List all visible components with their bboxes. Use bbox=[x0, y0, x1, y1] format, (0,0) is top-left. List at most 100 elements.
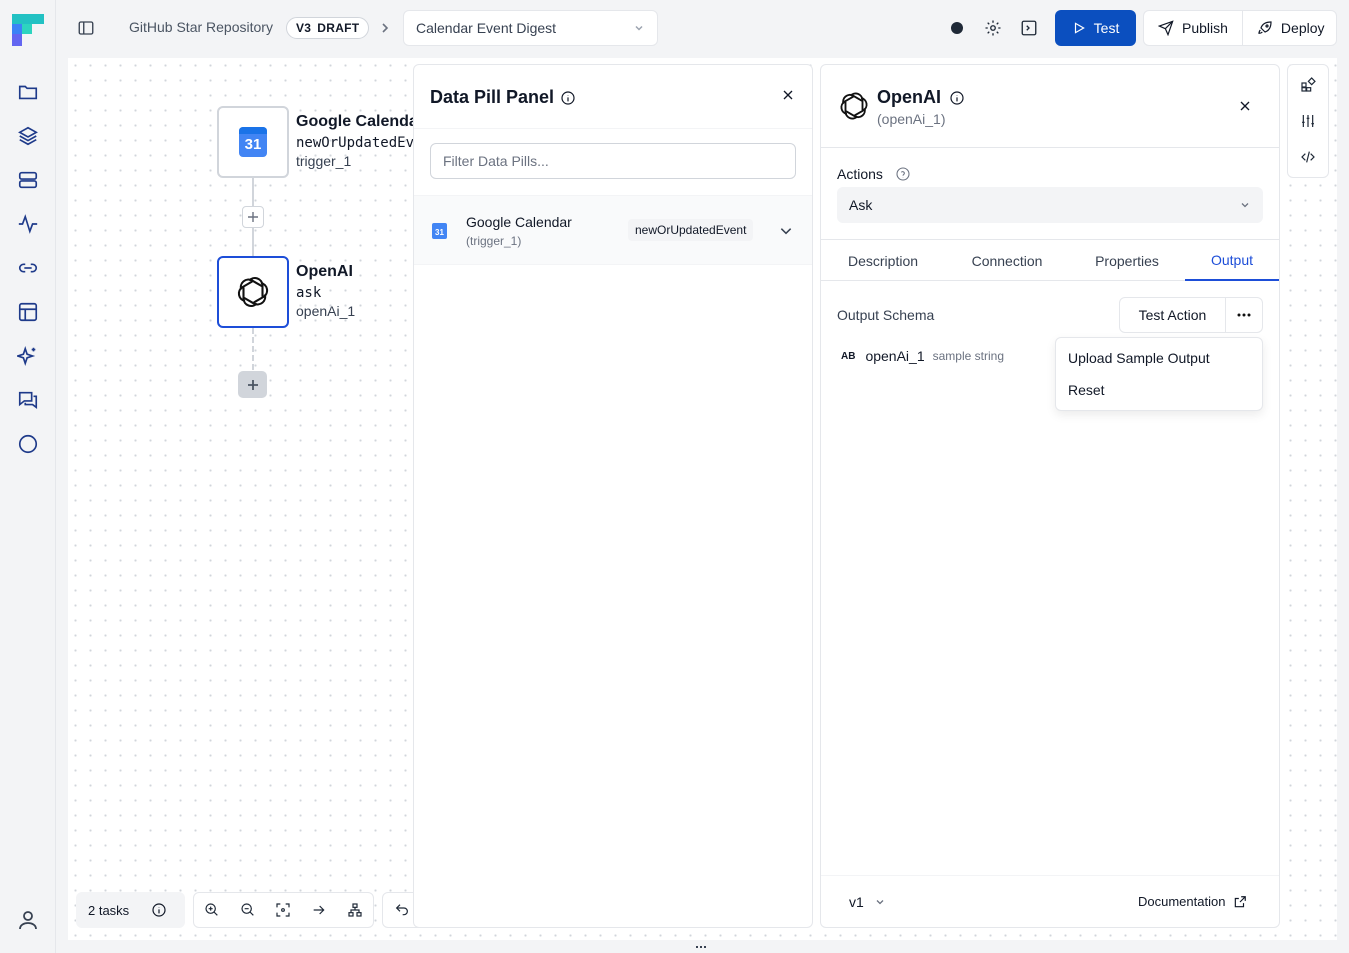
data-pill[interactable]: newOrUpdatedEvent bbox=[628, 219, 754, 241]
left-sidebar bbox=[0, 0, 56, 953]
zoom-out-icon[interactable] bbox=[230, 893, 266, 927]
more-options-icon[interactable] bbox=[1226, 298, 1262, 332]
layout-icon[interactable] bbox=[337, 893, 373, 927]
test-button-label: Test bbox=[1093, 20, 1120, 36]
code-icon[interactable] bbox=[1288, 139, 1328, 175]
panel-tabs: Description Connection Properties Output bbox=[821, 239, 1279, 281]
filter-data-pills-input[interactable]: Filter Data Pills... bbox=[430, 143, 796, 179]
close-icon[interactable] bbox=[1237, 98, 1253, 114]
test-action-group: Test Action bbox=[1119, 297, 1263, 333]
folder-icon[interactable] bbox=[14, 78, 42, 106]
canvas-controls bbox=[193, 892, 374, 928]
connector-line bbox=[252, 178, 254, 206]
version-select-value: v1 bbox=[849, 894, 864, 910]
gear-icon[interactable] bbox=[983, 18, 1003, 38]
status-dot-icon[interactable] bbox=[951, 22, 963, 34]
data-pill-group-name: Google Calendar bbox=[466, 214, 572, 230]
tab-connection[interactable]: Connection bbox=[949, 240, 1065, 281]
sliders-icon[interactable] bbox=[1288, 103, 1328, 139]
publish-button[interactable]: Publish bbox=[1144, 11, 1242, 45]
deploy-label: Deploy bbox=[1280, 20, 1325, 36]
deploy-button[interactable]: Deploy bbox=[1241, 11, 1339, 45]
help-icon[interactable] bbox=[895, 166, 911, 182]
chevron-down-icon bbox=[1239, 199, 1251, 211]
layers-icon[interactable] bbox=[14, 122, 42, 150]
panel-subtitle: (openAi_1) bbox=[877, 111, 946, 127]
info-icon[interactable] bbox=[949, 90, 965, 106]
actions-select[interactable]: Ask bbox=[837, 187, 1263, 223]
user-icon[interactable] bbox=[14, 906, 42, 934]
component-properties-panel: OpenAI (openAi_1) Actions Ask Descriptio… bbox=[820, 64, 1280, 928]
panel-title: OpenAI bbox=[877, 87, 942, 107]
breadcrumb-project[interactable]: GitHub Star Repository bbox=[129, 19, 273, 35]
table-icon[interactable] bbox=[14, 298, 42, 326]
connector-line bbox=[252, 228, 254, 256]
activity-icon[interactable] bbox=[14, 210, 42, 238]
version-badge: V3 DRAFT bbox=[286, 17, 370, 39]
fit-view-icon[interactable] bbox=[266, 893, 302, 927]
actions-select-value: Ask bbox=[849, 197, 873, 213]
components-icon[interactable] bbox=[1288, 67, 1328, 103]
node-operation: newOrUpdatedEvent bbox=[296, 135, 413, 151]
node-title: OpenAI bbox=[296, 263, 353, 280]
google-calendar-icon: 31 bbox=[432, 223, 447, 239]
documentation-label: Documentation bbox=[1138, 894, 1226, 909]
zoom-in-icon[interactable] bbox=[194, 893, 230, 927]
node-name: trigger_1 bbox=[296, 153, 352, 169]
data-pill-panel-header: Data Pill Panel bbox=[430, 87, 576, 108]
schema-field-name: openAi_1 bbox=[865, 348, 925, 364]
node-operation: ask bbox=[296, 285, 322, 301]
server-icon[interactable] bbox=[14, 166, 42, 194]
data-pill-group-google-calendar[interactable]: 31 Google Calendar (trigger_1) newOrUpda… bbox=[414, 195, 812, 265]
status-label: DRAFT bbox=[317, 21, 360, 35]
node-2-labels: OpenAI ask openAi_1 bbox=[296, 263, 413, 319]
send-icon bbox=[1158, 20, 1174, 36]
sparkles-icon[interactable] bbox=[14, 342, 42, 370]
output-schema-row: AB openAi_1 sample string bbox=[841, 348, 1004, 364]
resize-handle[interactable] bbox=[696, 946, 708, 952]
circle-icon[interactable] bbox=[14, 430, 42, 458]
tab-properties[interactable]: Properties bbox=[1075, 240, 1179, 281]
arrow-right-icon[interactable] bbox=[301, 893, 337, 927]
output-schema-label: Output Schema bbox=[837, 307, 935, 323]
toggle-sidebar-icon[interactable] bbox=[76, 18, 96, 38]
app-logo[interactable] bbox=[12, 14, 44, 46]
workflow-select-value: Calendar Event Digest bbox=[416, 20, 557, 36]
close-icon[interactable] bbox=[780, 87, 796, 103]
external-link-icon bbox=[1233, 895, 1247, 909]
calendar-icon-text: 31 bbox=[244, 136, 262, 153]
menu-item-reset[interactable]: Reset bbox=[1068, 382, 1105, 398]
google-calendar-node[interactable]: 31 bbox=[217, 106, 289, 178]
rocket-icon bbox=[1257, 20, 1273, 36]
chevron-right-icon bbox=[380, 21, 390, 35]
version-label: V3 bbox=[296, 21, 312, 35]
test-action-button[interactable]: Test Action bbox=[1120, 298, 1226, 332]
add-node-button[interactable] bbox=[238, 371, 267, 398]
tab-output[interactable]: Output bbox=[1185, 240, 1279, 281]
more-options-menu: Upload Sample Output Reset bbox=[1055, 337, 1263, 411]
tasks-indicator[interactable]: 2 tasks bbox=[76, 892, 185, 928]
chevron-down-icon[interactable] bbox=[779, 224, 793, 238]
menu-item-upload-sample-output[interactable]: Upload Sample Output bbox=[1068, 350, 1210, 366]
node-1-labels: Google Calendar newOrUpdatedEvent trigge… bbox=[296, 113, 413, 169]
workflow-select[interactable]: Calendar Event Digest bbox=[403, 10, 658, 46]
openai-icon bbox=[837, 89, 871, 123]
info-icon bbox=[151, 902, 167, 918]
test-button[interactable]: Test bbox=[1055, 10, 1136, 46]
link-icon[interactable] bbox=[14, 254, 42, 282]
right-toolbar bbox=[1287, 64, 1329, 178]
add-step-button[interactable] bbox=[242, 206, 264, 228]
tasks-label: 2 tasks bbox=[88, 902, 130, 918]
version-select[interactable]: v1 bbox=[849, 894, 886, 910]
chevron-down-icon bbox=[874, 896, 886, 908]
terminal-icon[interactable] bbox=[1019, 18, 1039, 38]
documentation-link[interactable]: Documentation bbox=[1138, 894, 1247, 909]
calendar-icon-text: 31 bbox=[435, 228, 444, 237]
panel-footer: v1 Documentation bbox=[821, 875, 1279, 927]
info-icon[interactable] bbox=[560, 90, 576, 106]
openai-node[interactable] bbox=[217, 256, 289, 328]
tab-description[interactable]: Description bbox=[829, 240, 937, 281]
connector-line-dashed bbox=[252, 328, 254, 370]
chat-icon[interactable] bbox=[14, 386, 42, 414]
chevron-down-icon bbox=[633, 22, 645, 34]
